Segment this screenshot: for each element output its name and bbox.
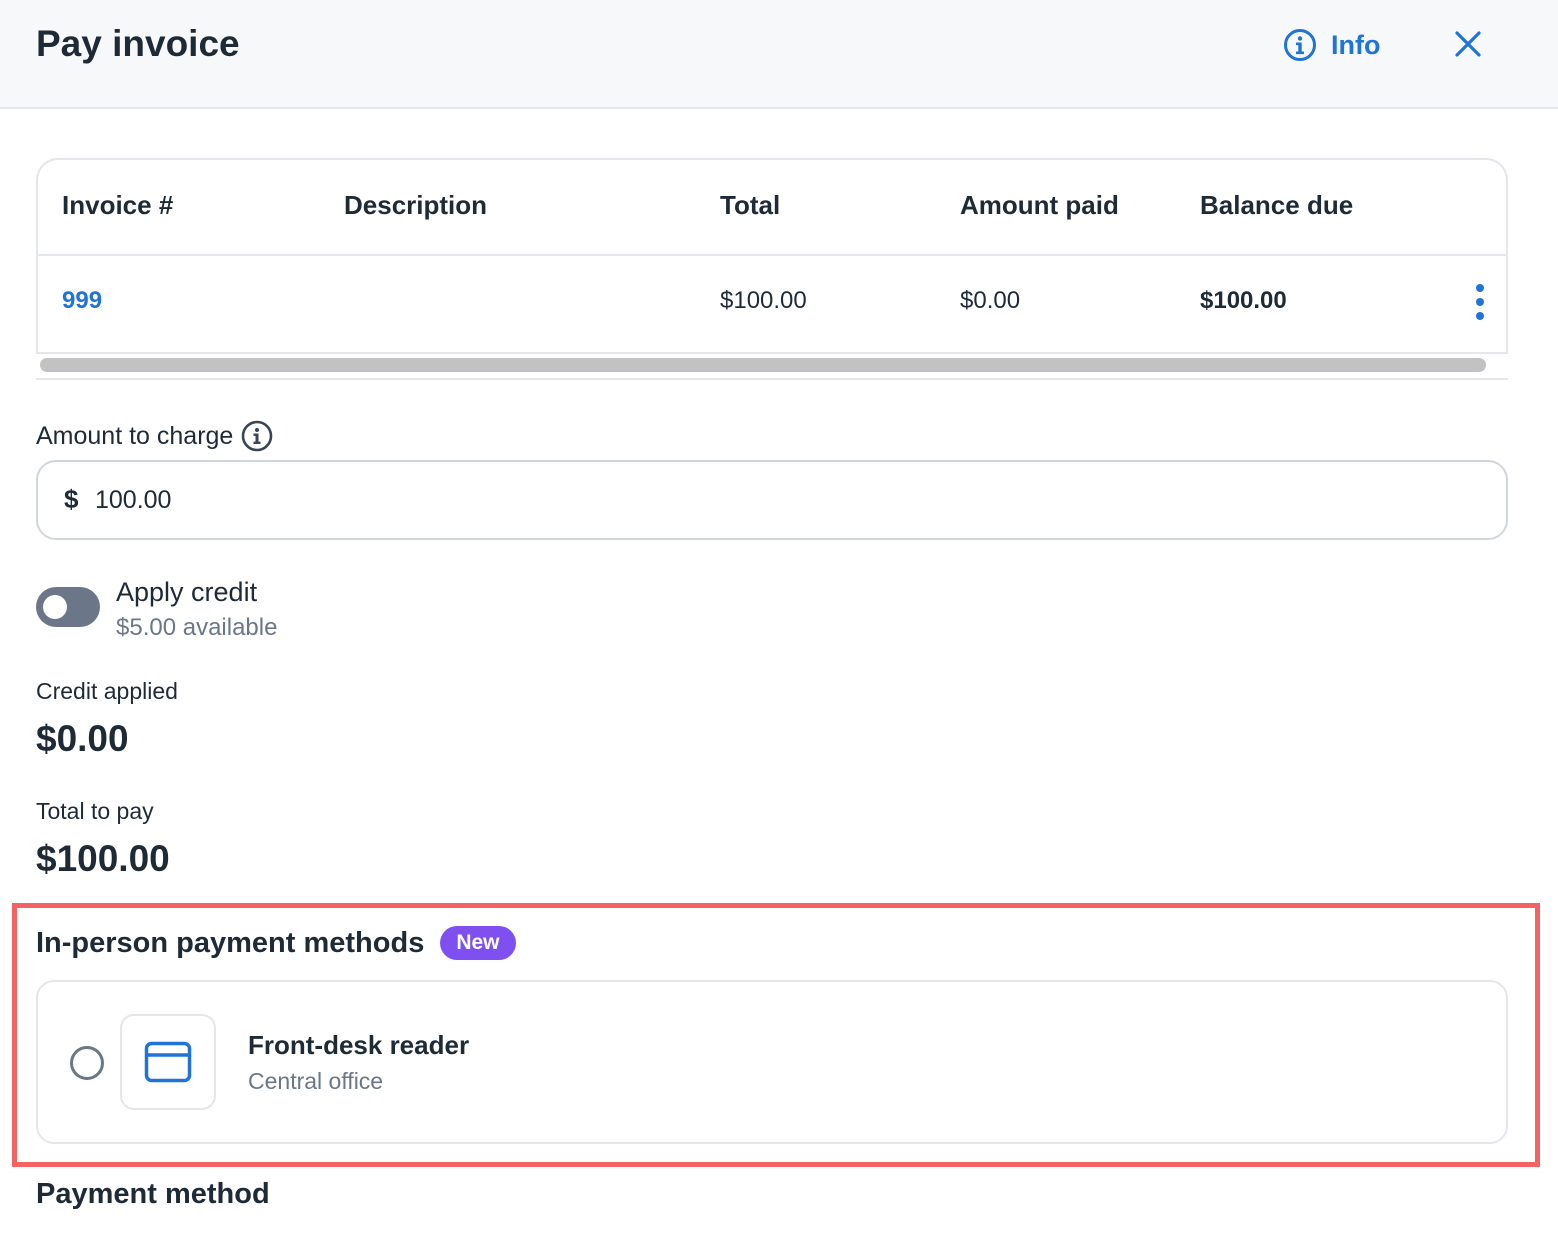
in-person-payment-methods-title: In-person payment methods New [36, 926, 516, 960]
amount-label-text: Amount to charge [36, 421, 234, 450]
amount-to-charge-label: Amount to charge [36, 420, 273, 452]
page-title: Pay invoice [36, 23, 240, 64]
column-header-total: Total [720, 190, 781, 220]
close-icon [1455, 31, 1481, 57]
toggle-knob [43, 595, 67, 619]
method-radio-button[interactable] [70, 1046, 104, 1080]
modal-header: Pay invoice Info [0, 0, 1558, 109]
column-header-description: Description [344, 190, 488, 220]
info-icon [1284, 29, 1316, 61]
invoice-table: Invoice # Description Total Amount paid … [36, 158, 1508, 354]
new-badge: New [440, 926, 516, 960]
total-to-pay-label: Total to pay [36, 798, 154, 824]
amount-to-charge-field: $ [36, 460, 1508, 540]
method-location: Central office [248, 1068, 384, 1094]
section-title-text: In-person payment methods [36, 926, 425, 959]
payment-method-option-front-desk-reader[interactable]: Front-desk reader Central office [36, 980, 1508, 1144]
invoice-total: $100.00 [720, 287, 807, 314]
table-row: 999 $100.00 $0.00 $100.00 [38, 256, 1506, 354]
apply-credit-toggle[interactable] [36, 587, 100, 627]
invoice-number-link[interactable]: 999 [62, 287, 102, 315]
column-header-balance-due: Balance due [1200, 190, 1354, 220]
info-label: Info [1331, 29, 1381, 60]
method-name: Front-desk reader [248, 1030, 470, 1060]
credit-applied-label: Credit applied [36, 678, 178, 704]
info-button[interactable]: Info [1283, 27, 1380, 63]
credit-applied-value: $0.00 [36, 718, 129, 759]
apply-credit-label: Apply credit [116, 577, 258, 607]
currency-symbol: $ [64, 484, 79, 514]
info-icon[interactable] [241, 420, 273, 452]
horizontal-scrollbar[interactable] [36, 354, 1508, 380]
close-button[interactable] [1450, 26, 1486, 62]
row-more-options-icon[interactable] [1472, 284, 1488, 320]
invoice-balance-due: $100.00 [1200, 287, 1287, 314]
card-reader-icon-box [120, 1014, 216, 1110]
credit-available-text: $5.00 available [116, 614, 278, 641]
column-header-invoice: Invoice # [62, 190, 174, 220]
credit-card-icon [144, 1041, 192, 1083]
invoice-amount-paid: $0.00 [960, 287, 1021, 314]
scrollbar-thumb[interactable] [40, 358, 1486, 372]
table-header: Invoice # Description Total Amount paid … [38, 160, 1506, 256]
payment-method-title: Payment method [36, 1178, 270, 1210]
total-to-pay-value: $100.00 [36, 838, 170, 879]
amount-input[interactable] [93, 476, 1473, 524]
column-header-amount-paid: Amount paid [960, 190, 1119, 220]
